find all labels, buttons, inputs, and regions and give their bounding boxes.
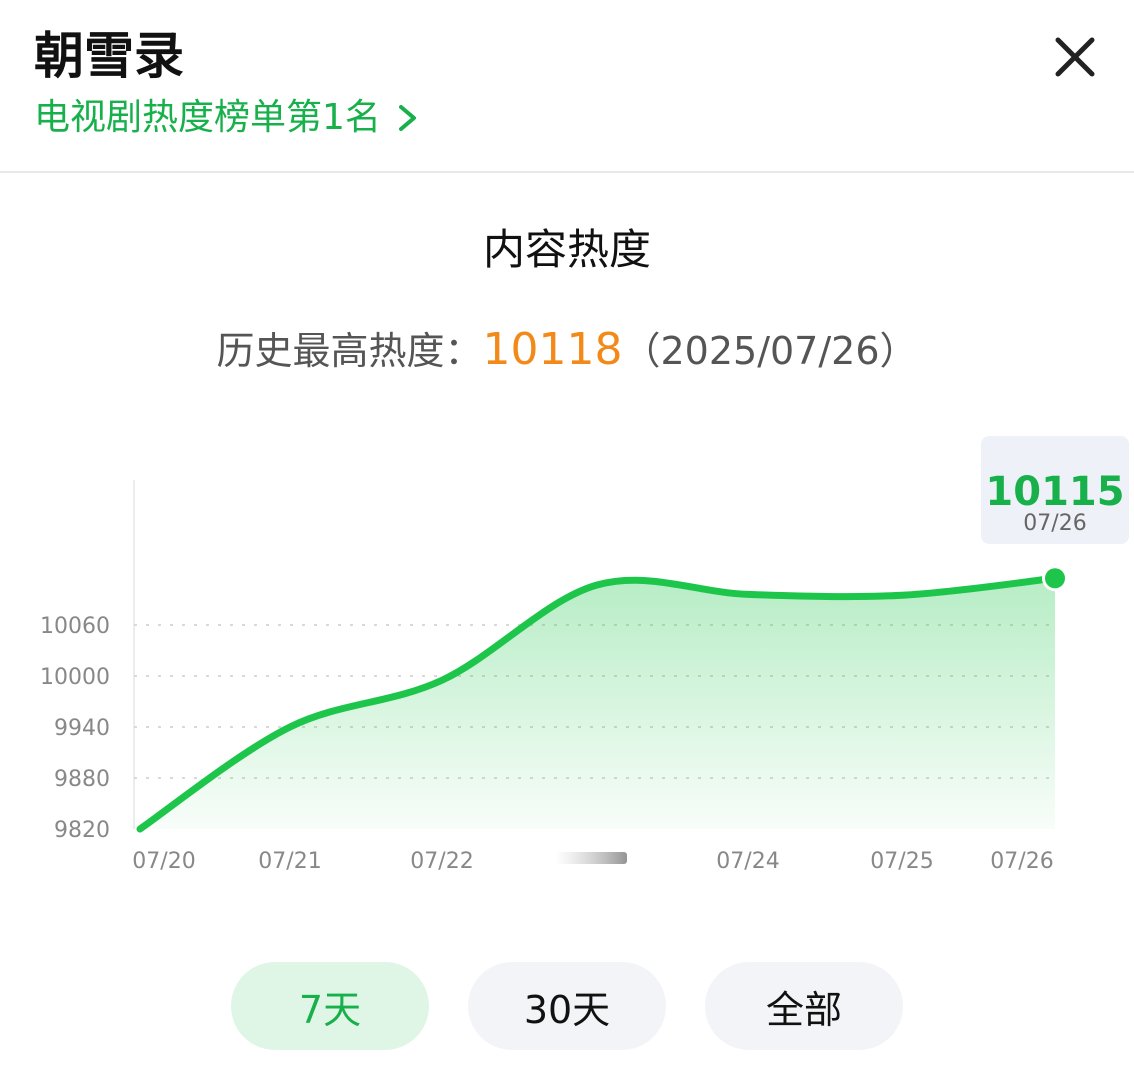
y-tick-label: 9940: [54, 716, 110, 741]
y-tick-label: 10000: [40, 665, 110, 690]
x-tick-label: 07/21: [258, 849, 321, 874]
y-tick-label: 9880: [54, 767, 110, 792]
x-tick-label: 07/25: [870, 849, 933, 874]
tooltip-date: 07/26: [1023, 511, 1086, 536]
section-title: 内容热度: [482, 225, 651, 274]
peak-date: （2025/07/26）: [622, 329, 918, 373]
data-point-marker: [1045, 568, 1065, 589]
content-heat-panel: 朝雪录 电视剧热度榜单第1名 内容热度 历史最高热度：10118（2025/07…: [0, 0, 1134, 1080]
tab-7-days[interactable]: 7天: [231, 962, 429, 1050]
tab-30-days[interactable]: 30天: [468, 962, 666, 1050]
area-fill: [140, 578, 1055, 829]
x-tick-label: 07/22: [410, 849, 473, 874]
x-tick-label-obscured: [555, 852, 627, 864]
y-tick-label: 9820: [54, 818, 110, 843]
header: 朝雪录 电视剧热度榜单第1名: [0, 0, 1134, 172]
range-tabs: 7天 30天 全部: [0, 962, 1134, 1052]
peak-heat: 历史最高热度：10118（2025/07/26）: [0, 322, 1134, 379]
heat-chart: 9820 9880 9940 10000 10060 07/20 07/21 07/22 07…: [40, 436, 1129, 874]
tab-all[interactable]: 全部: [705, 962, 903, 1050]
peak-label: 历史最高热度：: [216, 329, 483, 373]
chevron-right-icon: [398, 105, 416, 131]
rank-link[interactable]: 电视剧热度榜单第1名: [34, 94, 419, 142]
peak-value: 10118: [482, 324, 623, 375]
x-tick-label: 07/26: [990, 849, 1053, 874]
x-tick-label: 07/20: [132, 849, 195, 874]
close-icon[interactable]: [1048, 30, 1102, 84]
rank-link-label: 电视剧热度榜单第1名: [34, 97, 381, 138]
tooltip-value: 10115: [985, 469, 1124, 515]
x-tick-label: 07/24: [716, 849, 779, 874]
y-tick-label: 10060: [40, 614, 110, 639]
page-title: 朝雪录: [34, 27, 184, 85]
header-divider: [0, 171, 1134, 173]
